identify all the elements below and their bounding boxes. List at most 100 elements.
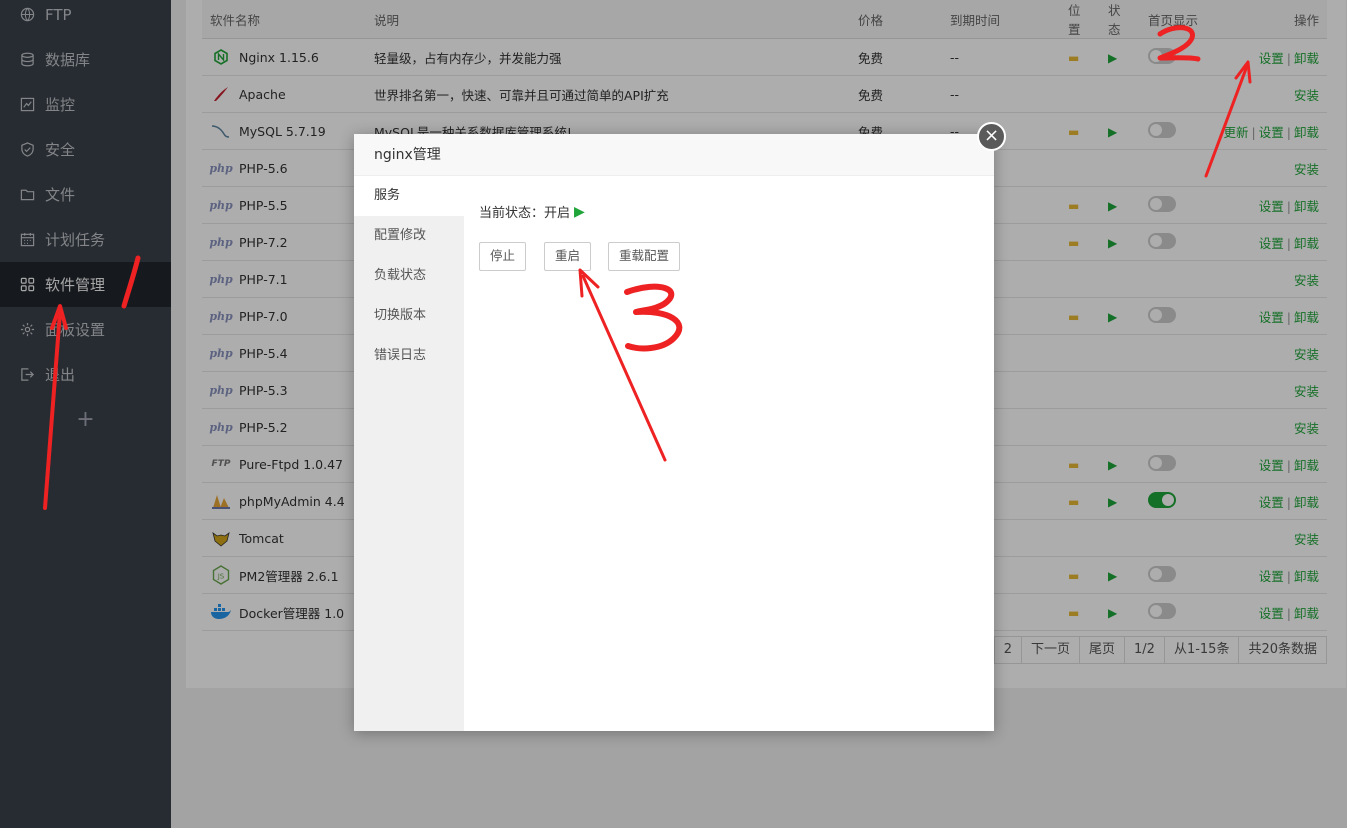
node-logo: JS [210,564,232,586]
install-link[interactable]: 安装 [1294,421,1319,436]
software-name-cell: php PHP-5.4 [202,334,366,372]
home-display-toggle[interactable] [1148,454,1176,471]
tomcat-logo [210,527,232,549]
next-page[interactable]: 下一页 [1020,637,1079,663]
op-links[interactable]: 设置 | 卸载 [1259,236,1319,251]
software-name: PHP-5.6 [239,160,288,176]
software-name: PHP-5.2 [239,419,288,435]
tab-service[interactable]: 服务 [354,176,464,216]
tab-error-log[interactable]: 错误日志 [354,336,464,376]
folder-icon[interactable]: ▬ [1068,125,1079,139]
software-desc: 轻量级，占有内存少，并发能力强 [366,38,850,76]
install-link[interactable]: 安装 [1294,162,1319,177]
reload-config-button[interactable]: 重载配置 [608,242,681,271]
software-name-cell: php PHP-5.5 [202,186,366,224]
op-links[interactable]: 设置 | 卸载 [1259,310,1319,325]
php-logo: php [209,235,233,249]
software-name: PHP-7.1 [239,271,288,287]
close-icon[interactable]: × [977,122,1006,151]
tab-config[interactable]: 配置修改 [354,216,464,256]
software-name: Docker管理器 1.0 [239,605,345,621]
home-display-toggle[interactable] [1148,565,1176,582]
col-header-location: 位置 [1060,0,1100,39]
page-2[interactable]: 2 [994,637,1021,663]
software-name-cell: php PHP-7.1 [202,260,366,298]
status-cell: ▶ [1100,112,1140,150]
software-desc: 世界排名第一，快速、可靠并且可通过简单的API扩充 [366,75,850,113]
folder-icon[interactable]: ▬ [1068,495,1079,509]
install-link[interactable]: 安装 [1294,347,1319,362]
software-name: PHP-5.5 [239,197,288,213]
php-logo: php [209,309,233,323]
software-name-cell: php PHP-5.2 [202,408,366,446]
install-link[interactable]: 安装 [1294,88,1319,103]
sidebar-item-files[interactable]: 文件 [0,172,171,217]
play-icon: ▶ [574,203,585,220]
software-name: PM2管理器 2.6.1 [239,568,339,584]
col-header-expire: 到期时间 [942,0,1060,39]
home-display-toggle[interactable] [1148,602,1176,619]
op-links[interactable]: 设置 | 卸载 [1259,495,1319,510]
home-display-toggle[interactable] [1148,47,1176,64]
folder-icon[interactable]: ▬ [1068,199,1079,213]
php-logo: php [209,346,233,360]
tab-switch-version[interactable]: 切换版本 [354,296,464,336]
dialog-title: nginx管理 [354,134,994,176]
php-logo: php [209,161,233,175]
sidebar-item-security[interactable]: 安全 [0,127,171,172]
software-name-cell: php PHP-7.0 [202,297,366,335]
status-cell: ▶ [1100,38,1140,76]
docker-logo [210,601,232,623]
software-price: 免费 [850,75,942,113]
sidebar-item-software[interactable]: 软件管理 [0,262,171,307]
op-links[interactable]: 设置 | 卸载 [1259,569,1319,584]
software-name-cell: php PHP-5.6 [202,149,366,187]
install-link[interactable]: 安装 [1294,273,1319,288]
home-display-toggle[interactable] [1148,121,1176,138]
sidebar-item-settings[interactable]: 面板设置 [0,307,171,352]
tab-load-status[interactable]: 负载状态 [354,256,464,296]
home-display-toggle[interactable] [1148,232,1176,249]
nav-list: FTP 数据库 监控 安全 文件 计划任务 软件管理 面板设置 退出 + [0,0,171,442]
op-links[interactable]: 设置 | 卸载 [1259,606,1319,621]
folder-icon[interactable]: ▬ [1068,236,1079,250]
globe-icon [18,6,36,24]
restart-button[interactable]: 重启 [544,242,592,271]
sidebar-item-logout[interactable]: 退出 [0,352,171,397]
folder-icon[interactable]: ▬ [1068,569,1079,583]
software-name: Apache [239,86,286,102]
sidebar-item-cron[interactable]: 计划任务 [0,217,171,262]
home-display-toggle[interactable] [1148,306,1176,323]
php-logo: php [209,383,233,397]
op-links[interactable]: 更新 | 设置 | 卸载 [1224,125,1319,140]
play-icon: ▶ [1108,198,1118,213]
total-info: 共20条数据 [1238,637,1326,663]
install-link[interactable]: 安装 [1294,532,1319,547]
software-name-cell: Docker管理器 1.0 [202,593,366,631]
stop-button[interactable]: 停止 [479,242,527,271]
sidebar-item-label: 软件管理 [45,276,106,294]
folder-icon[interactable]: ▬ [1068,51,1079,65]
last-page[interactable]: 尾页 [1079,637,1125,663]
folder-icon[interactable]: ▬ [1068,606,1079,620]
op-links[interactable]: 设置 | 卸载 [1259,458,1319,473]
sidebar-item-ftp[interactable]: FTP [0,0,171,37]
install-link[interactable]: 安装 [1294,384,1319,399]
php-logo: php [209,420,233,434]
sidebar-item-database[interactable]: 数据库 [0,37,171,82]
home-display-toggle[interactable] [1148,195,1176,212]
play-icon: ▶ [1108,50,1118,65]
table-row: Nginx 1.15.6 轻量级，占有内存少，并发能力强 免费 -- ▬ ▶ 设… [202,38,1327,76]
software-expire: -- [942,75,1060,113]
sidebar-item-monitor[interactable]: 监控 [0,82,171,127]
folder-icon[interactable]: ▬ [1068,458,1079,472]
home-display-toggle[interactable] [1148,491,1176,508]
page-count: 1/2 [1124,637,1164,663]
op-links[interactable]: 设置 | 卸载 [1259,51,1319,66]
software-name: PHP-7.2 [239,234,288,250]
shield-icon [18,141,36,159]
add-button[interactable]: + [0,397,171,442]
folder-icon[interactable]: ▬ [1068,310,1079,324]
op-links[interactable]: 设置 | 卸载 [1259,199,1319,214]
sidebar-item-label: 面板设置 [45,321,106,339]
